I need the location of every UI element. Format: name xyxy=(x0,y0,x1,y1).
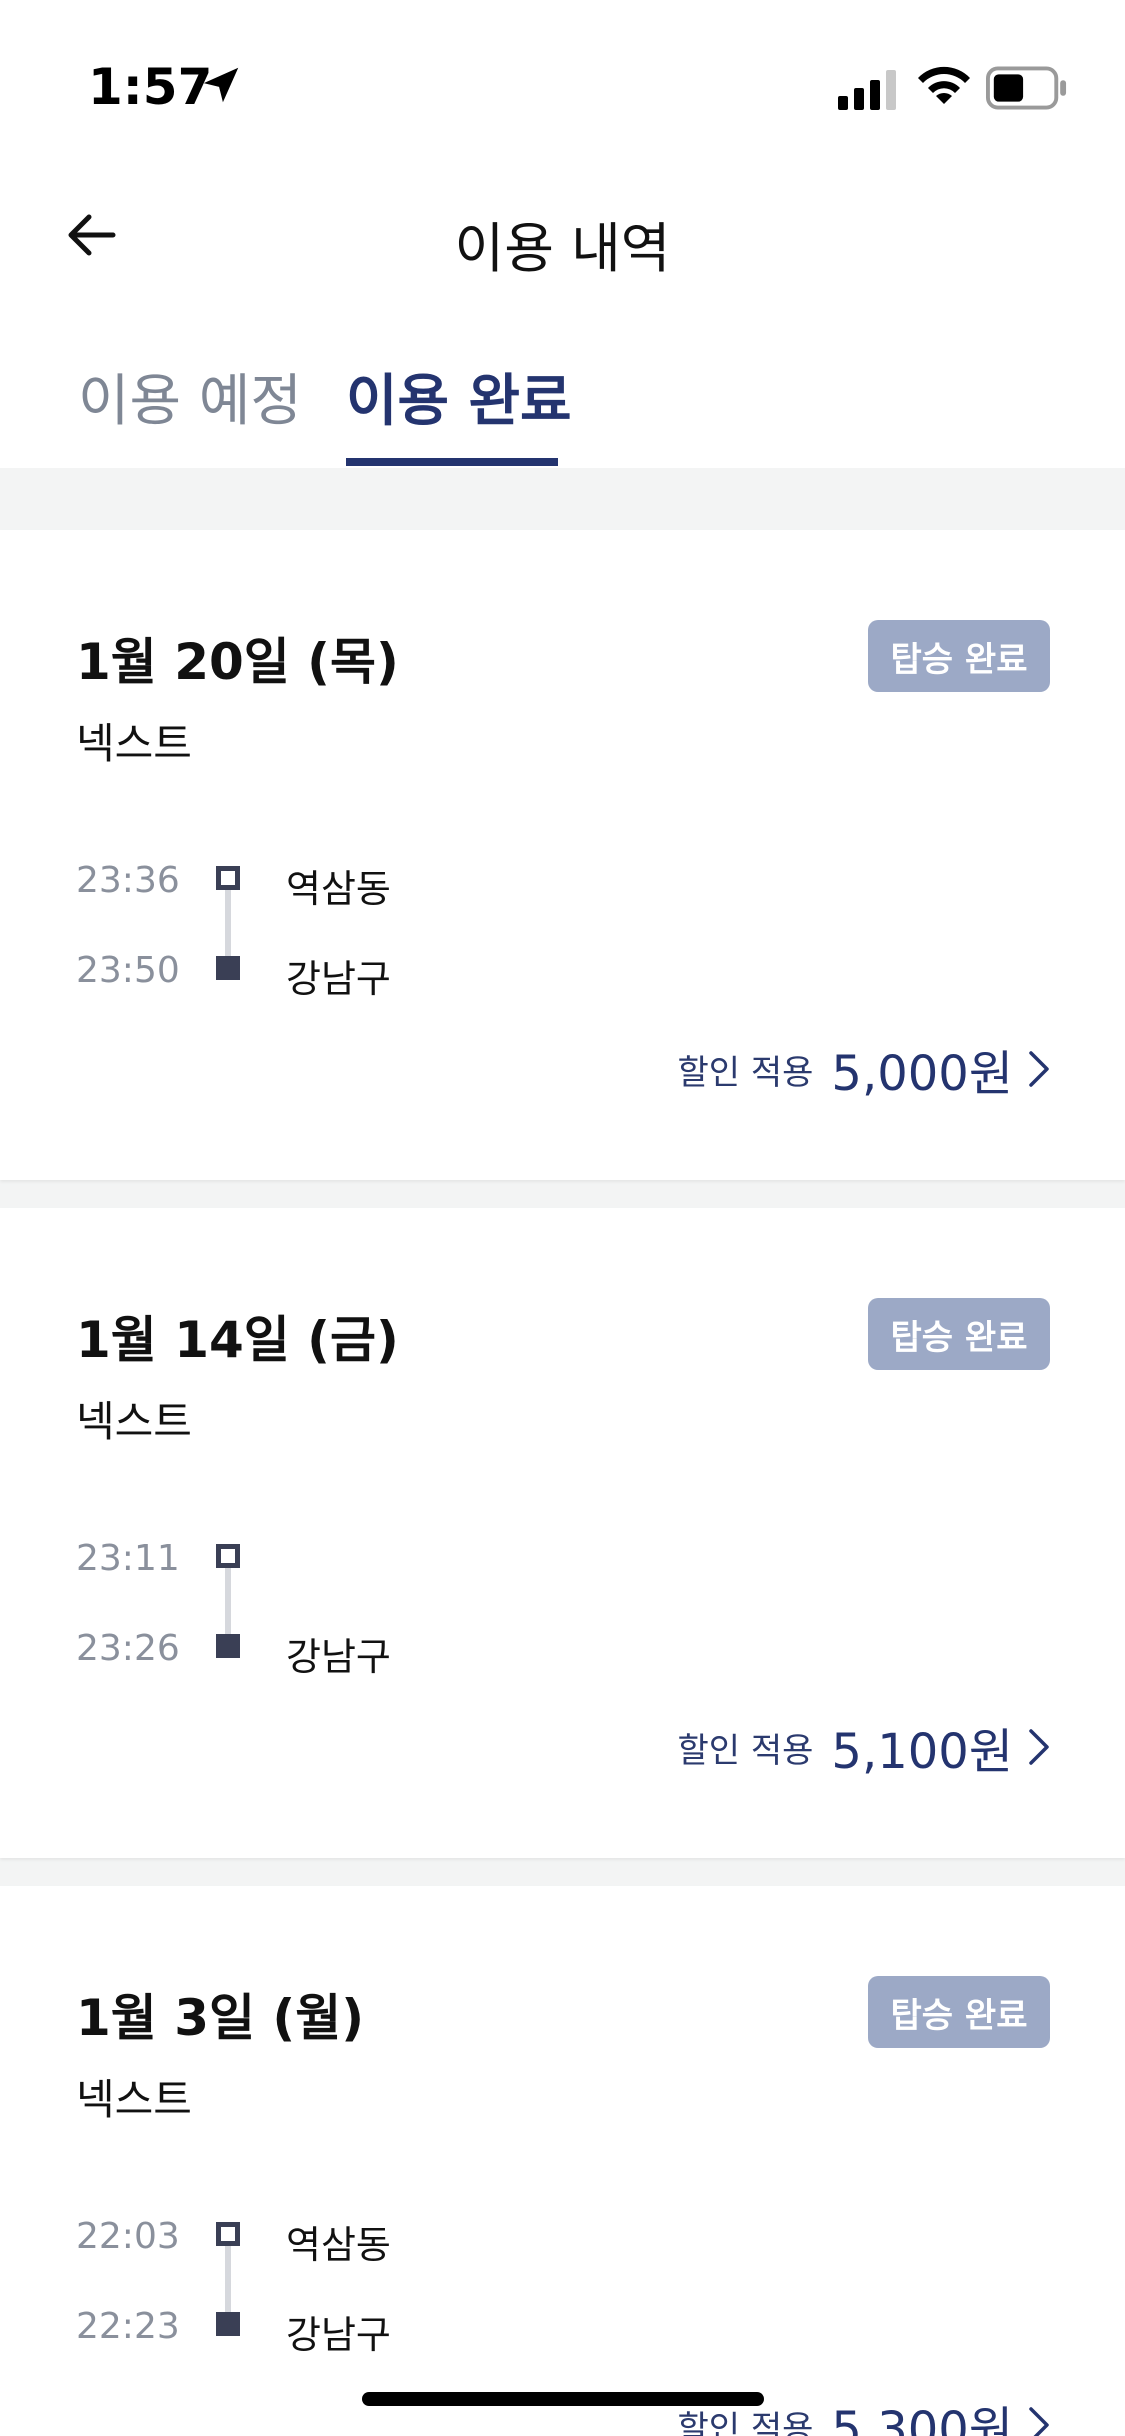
departure-marker-icon xyxy=(216,1544,240,1568)
status-badge: 탑승 완료 xyxy=(868,1298,1050,1370)
arrival-stop: 강남구 xyxy=(286,1635,391,1679)
ride-date: 1월 3일 (월) xyxy=(76,1989,365,2047)
chevron-right-icon xyxy=(1029,1729,1049,1765)
ride-history-list: 1월 20일 (목) 탑승 완료 넥스트 23:36 역삼동 23:50 강남구… xyxy=(0,468,1125,2436)
home-indicator[interactable] xyxy=(362,2392,764,2406)
chevron-right-icon xyxy=(1029,2407,1049,2436)
ride-card[interactable]: 1월 14일 (금) 탑승 완료 넥스트 23:11 23:26 강남구 할인 … xyxy=(0,1208,1125,1858)
fare-amount: 5,000원 xyxy=(831,1046,1013,1102)
arrival-time: 23:26 xyxy=(76,1628,180,1669)
tab-upcoming[interactable]: 이용 예정 xyxy=(78,356,302,437)
departure-marker-icon xyxy=(216,866,240,890)
route-line xyxy=(225,2246,231,2312)
wifi-icon xyxy=(918,66,970,104)
service-name: 넥스트 xyxy=(76,1397,192,1446)
fare-label: 할인 적용 xyxy=(677,1052,814,1093)
fare-amount: 5,300원 xyxy=(831,2402,1013,2436)
departure-time: 23:11 xyxy=(76,1538,180,1579)
page-title: 이용 내역 xyxy=(454,217,671,280)
active-tab-indicator xyxy=(346,458,558,466)
departure-time: 23:36 xyxy=(76,860,180,901)
location-arrow-icon xyxy=(203,67,239,103)
fare-row[interactable]: 할인 적용 5,000원 xyxy=(677,1034,1051,1104)
ride-card[interactable]: 1월 20일 (목) 탑승 완료 넥스트 23:36 역삼동 23:50 강남구… xyxy=(0,530,1125,1180)
status-badge: 탑승 완료 xyxy=(868,620,1050,692)
ride-date: 1월 20일 (목) xyxy=(76,633,399,691)
departure-time: 22:03 xyxy=(76,2216,180,2257)
status-badge: 탑승 완료 xyxy=(868,1976,1050,2048)
route-line xyxy=(225,1568,231,1634)
status-time: 1:57 xyxy=(88,58,213,116)
arrival-marker-icon xyxy=(216,2312,240,2336)
app-header: 이용 내역 xyxy=(0,180,1125,290)
arrival-stop: 강남구 xyxy=(286,2313,391,2357)
arrival-time: 22:23 xyxy=(76,2306,180,2347)
departure-stop: 역삼동 xyxy=(286,867,391,911)
tab-bar: 이용 예정 이용 완료 xyxy=(0,340,1125,468)
service-name: 넥스트 xyxy=(76,719,192,768)
battery-icon xyxy=(986,66,1067,110)
fare-row[interactable]: 할인 적용 5,100원 xyxy=(677,1712,1051,1782)
status-bar: 1:57 xyxy=(0,0,1125,180)
signal-icon xyxy=(838,70,896,110)
chevron-right-icon xyxy=(1029,1051,1049,1087)
arrival-marker-icon xyxy=(216,956,240,980)
ride-date: 1월 14일 (금) xyxy=(76,1311,399,1369)
departure-marker-icon xyxy=(216,2222,240,2246)
arrival-stop: 강남구 xyxy=(286,957,391,1001)
fare-label: 할인 적용 xyxy=(677,1730,814,1771)
ride-card[interactable]: 1월 3일 (월) 탑승 완료 넥스트 22:03 역삼동 22:23 강남구 … xyxy=(0,1886,1125,2436)
fare-amount: 5,100원 xyxy=(831,1724,1013,1780)
departure-stop: 역삼동 xyxy=(286,2223,391,2267)
arrival-time: 23:50 xyxy=(76,950,180,991)
route-line xyxy=(225,890,231,956)
service-name: 넥스트 xyxy=(76,2075,192,2124)
tab-completed[interactable]: 이용 완료 xyxy=(346,356,572,437)
arrival-marker-icon xyxy=(216,1634,240,1658)
